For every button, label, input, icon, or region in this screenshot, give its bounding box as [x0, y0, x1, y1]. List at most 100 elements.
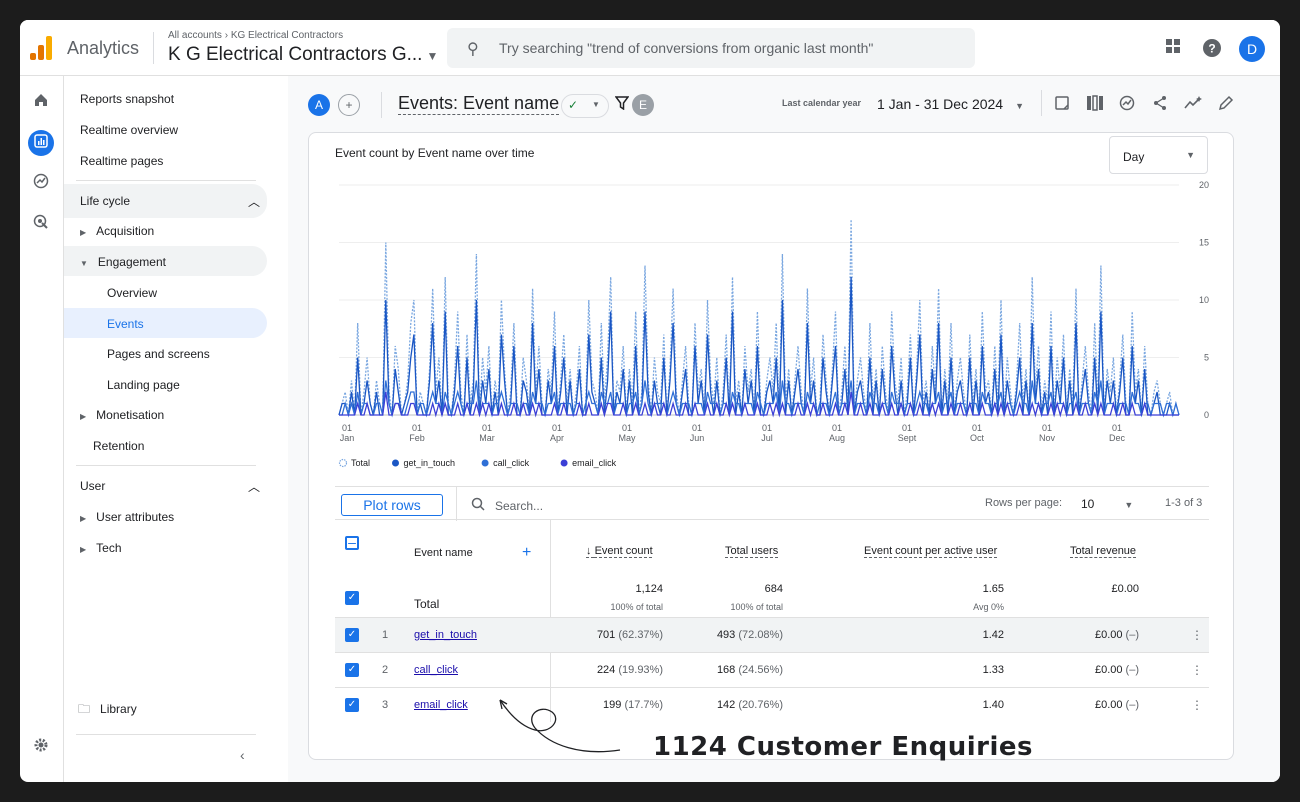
- nav-engagement[interactable]: ▼ Engagement: [80, 255, 166, 269]
- advertising-icon[interactable]: [28, 212, 54, 238]
- x-tick-day: 01: [1112, 423, 1122, 433]
- triangle-down-icon: ▼: [80, 259, 88, 268]
- divider: [456, 487, 457, 521]
- share-icon[interactable]: [1152, 95, 1168, 116]
- row-index: 2: [382, 664, 389, 676]
- total-users: 684: [764, 583, 783, 595]
- x-tick-month: Jan: [340, 433, 355, 443]
- nav-events[interactable]: Events: [107, 317, 144, 331]
- lifecycle-label: Life cycle: [80, 194, 131, 208]
- search-placeholder[interactable]: Try searching "trend of conversions from…: [499, 40, 873, 56]
- breadcrumb-account[interactable]: KG Electrical Contractors: [231, 30, 343, 41]
- analytics-window: Analytics All accounts › KG Electrical C…: [20, 20, 1280, 782]
- header-event-count[interactable]: ↓ Event count: [586, 545, 653, 557]
- total-checkbox[interactable]: ✓: [345, 591, 359, 605]
- table-row[interactable]: ✓ 3 email_click 199 (17.7%) 142 (20.76%)…: [335, 687, 1209, 722]
- rows-per-page-select[interactable]: 10 ▼: [1081, 497, 1133, 511]
- avatar[interactable]: D: [1239, 36, 1265, 62]
- nav-user-attributes[interactable]: ▶ User attributes: [80, 510, 174, 524]
- y-tick-label: 15: [1199, 238, 1209, 248]
- nav-monetisation[interactable]: ▶ Monetisation: [80, 408, 164, 422]
- comparison-chip-e[interactable]: E: [632, 94, 654, 116]
- nav-landing-page[interactable]: Landing page: [107, 378, 180, 392]
- plot-rows-button[interactable]: Plot rows: [341, 494, 443, 516]
- settings-gear-icon[interactable]: [28, 735, 54, 761]
- row-users-pct: (20.76%): [738, 699, 783, 711]
- property-selector[interactable]: K G Electrical Contractors G... ▼: [168, 44, 438, 66]
- insights-icon[interactable]: [1119, 95, 1135, 116]
- x-tick-day: 01: [762, 423, 772, 433]
- comparison-chip-a[interactable]: A: [308, 94, 330, 116]
- divider: [76, 734, 256, 735]
- nav-section-lifecycle[interactable]: Life cycle ︿: [80, 194, 260, 209]
- table-search-input[interactable]: Search...: [495, 499, 543, 513]
- nav-realtime-pages[interactable]: Realtime pages: [80, 154, 163, 168]
- row-event-name-link[interactable]: call_click: [414, 664, 458, 676]
- breadcrumb[interactable]: All accounts › KG Electrical Contractors: [168, 30, 343, 41]
- legend-label: get_in_touch: [404, 458, 456, 468]
- nav-realtime-overview[interactable]: Realtime overview: [80, 123, 178, 137]
- granularity-select[interactable]: Day ▼: [1109, 136, 1208, 174]
- row-more-vert-icon[interactable]: ⋮: [1191, 663, 1203, 677]
- triangle-right-icon: ▶: [80, 514, 87, 523]
- row-users-value: 142: [716, 699, 736, 711]
- reports-icon[interactable]: [28, 130, 54, 156]
- trend-sparkle-icon[interactable]: [1184, 95, 1202, 116]
- add-dimension-plus-icon[interactable]: +: [522, 544, 531, 562]
- home-icon[interactable]: [28, 90, 54, 116]
- x-tick-day: 01: [1042, 423, 1052, 433]
- chart-title: Event count by Event name over time: [335, 146, 535, 160]
- compare-columns-icon[interactable]: [1086, 95, 1104, 116]
- header-per-active-user[interactable]: Event count per active user: [864, 545, 997, 557]
- header-total-users[interactable]: Total users: [725, 545, 778, 557]
- help-icon[interactable]: ?: [1202, 38, 1222, 58]
- row-event-name-link[interactable]: get_in_touch: [414, 629, 477, 641]
- nav-library[interactable]: 🗀 Library: [78, 700, 137, 721]
- add-comparison-plus-icon[interactable]: +: [338, 94, 360, 116]
- select-all-checkbox[interactable]: –: [345, 535, 359, 550]
- row-checkbox[interactable]: ✓: [345, 663, 359, 677]
- divider: [76, 465, 256, 466]
- legend-swatch: [560, 459, 568, 467]
- nav-overview[interactable]: Overview: [107, 286, 157, 300]
- date-range-label: Last calendar year: [782, 98, 862, 108]
- x-tick-month: Apr: [550, 433, 564, 443]
- nav-acquisition[interactable]: ▶ Acquisition: [80, 224, 154, 238]
- pencil-edit-icon[interactable]: [1218, 95, 1234, 116]
- header-event-name[interactable]: Event name: [414, 547, 473, 559]
- row-checkbox[interactable]: ✓: [345, 698, 359, 712]
- row-checkbox[interactable]: ✓: [345, 628, 359, 642]
- x-tick-day: 01: [412, 423, 422, 433]
- title-status-dropdown[interactable]: ✓ ▼: [561, 94, 609, 118]
- global-search[interactable]: ⚲ Try searching "trend of conversions fr…: [447, 28, 975, 68]
- x-tick-month: Mar: [479, 433, 495, 443]
- header-total-revenue[interactable]: Total revenue: [1070, 545, 1136, 557]
- breadcrumb-root[interactable]: All accounts: [168, 30, 222, 41]
- active-item-bg: [64, 308, 267, 338]
- divider: [1041, 90, 1042, 116]
- nav-pages-screens[interactable]: Pages and screens: [107, 347, 210, 361]
- rows-per-page-label: Rows per page:: [985, 497, 1063, 509]
- apps-grid-icon[interactable]: [1163, 38, 1183, 58]
- nav-tech[interactable]: ▶ Tech: [80, 541, 122, 555]
- row-event-name-link[interactable]: email_click: [414, 699, 468, 711]
- edit-note-icon[interactable]: [1054, 95, 1070, 116]
- legend-swatch: [481, 459, 489, 467]
- table-row[interactable]: ✓ 1 get_in_touch 701 (62.37%) 493 (72.08…: [335, 617, 1209, 652]
- row-revenue-value: £0.00: [1094, 664, 1123, 676]
- nav-section-user[interactable]: User ︿: [80, 479, 260, 494]
- row-more-vert-icon[interactable]: ⋮: [1191, 698, 1203, 712]
- caret-down-icon: ▼: [1186, 150, 1195, 160]
- annotation-arrow: [499, 699, 621, 753]
- filter-icon[interactable]: [614, 96, 630, 115]
- table-row[interactable]: ✓ 2 call_click 224 (19.93%) 168 (24.56%)…: [335, 652, 1209, 687]
- nav-retention[interactable]: Retention: [93, 439, 144, 453]
- page-title[interactable]: Events: Event name: [398, 93, 560, 115]
- x-tick-month: Jun: [690, 433, 705, 443]
- library-label: Library: [100, 702, 137, 716]
- nav-reports-snapshot[interactable]: Reports snapshot: [80, 92, 174, 106]
- date-range-picker[interactable]: 1 Jan - 31 Dec 2024 ▼: [877, 96, 1024, 112]
- explore-icon[interactable]: [28, 171, 54, 197]
- row-more-vert-icon[interactable]: ⋮: [1191, 628, 1203, 642]
- collapse-chevron-left-icon[interactable]: ‹: [240, 747, 245, 763]
